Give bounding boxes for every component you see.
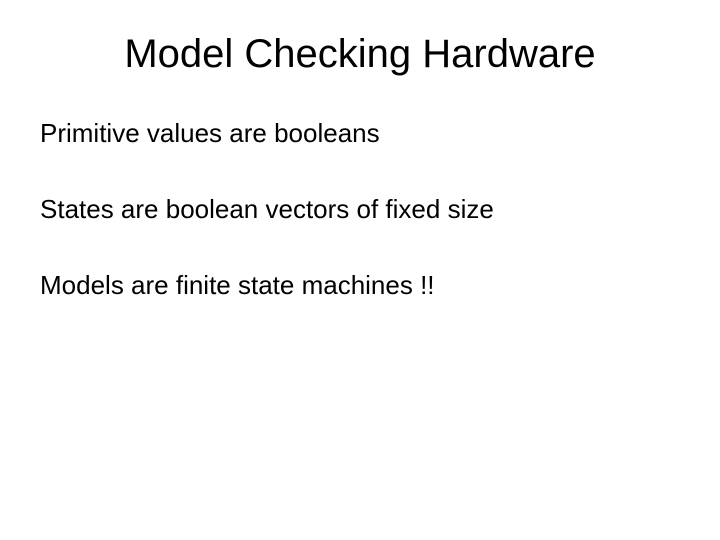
slide-line-3: Models are finite state machines !! (40, 269, 680, 303)
slide-line-1: Primitive values are booleans (40, 117, 680, 151)
slide-line-2: States are boolean vectors of fixed size (40, 193, 680, 227)
slide-title: Model Checking Hardware (40, 32, 680, 77)
